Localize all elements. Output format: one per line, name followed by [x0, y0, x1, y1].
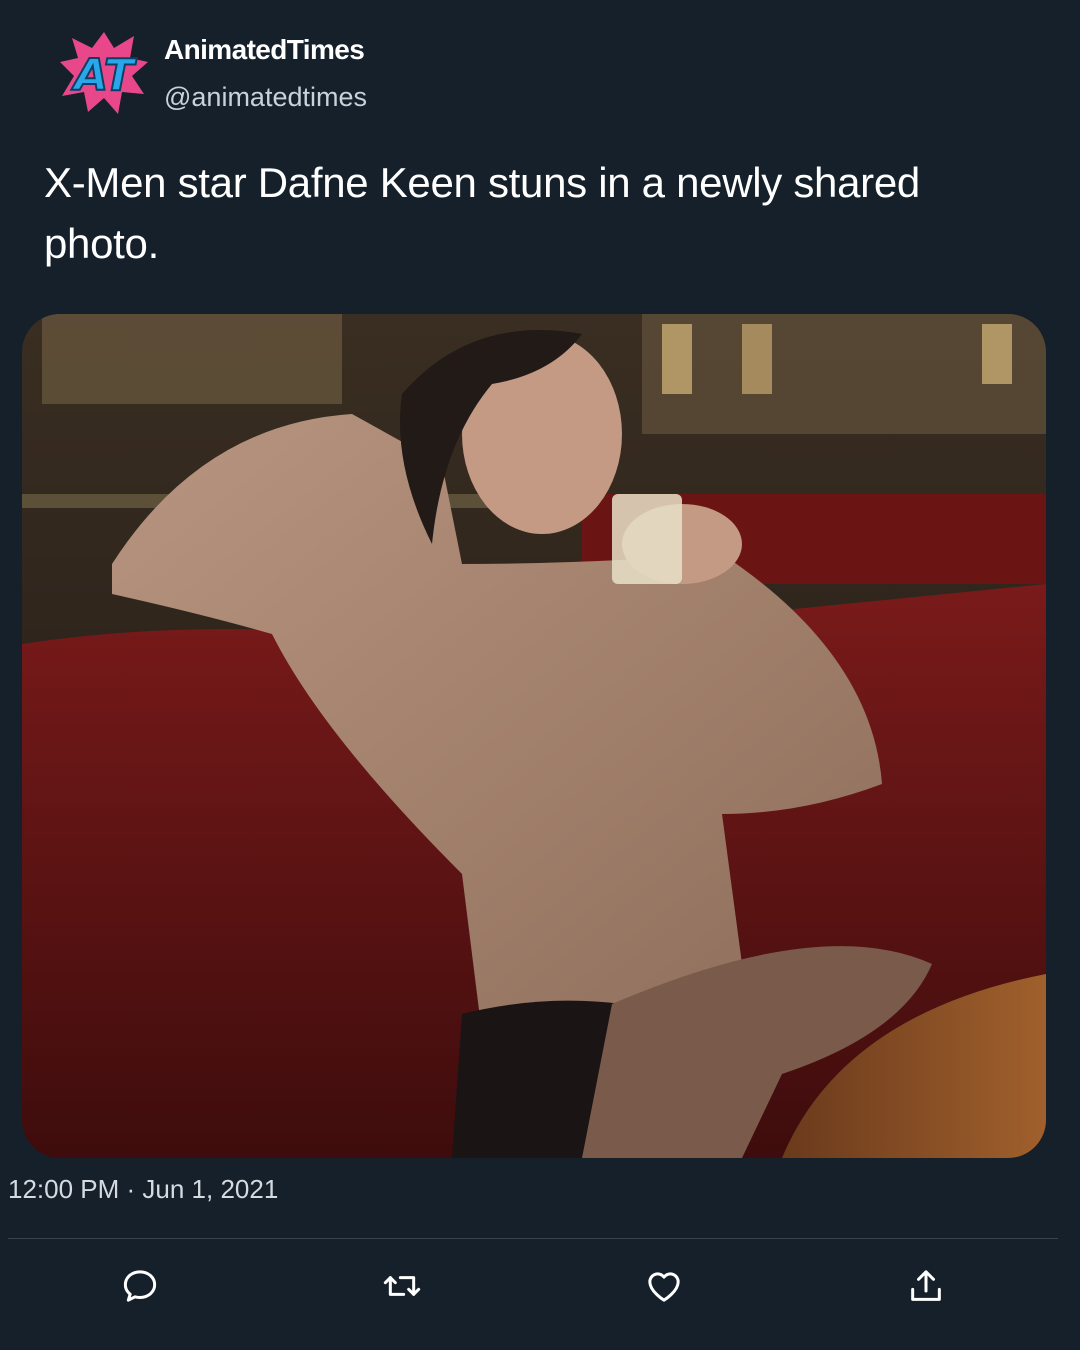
like-button[interactable] — [636, 1258, 692, 1314]
tweet-photo[interactable] — [22, 314, 1046, 1158]
share-icon — [911, 1270, 941, 1301]
tweet-actions — [0, 1258, 1080, 1314]
photo-illustration — [22, 314, 1046, 1158]
tweet-text: X-Men star Dafne Keen stuns in a newly s… — [44, 159, 920, 267]
author-handle[interactable]: @animatedtimes — [164, 82, 367, 113]
author-name[interactable]: AnimatedTimes — [164, 34, 365, 66]
retweet-button[interactable] — [374, 1258, 430, 1314]
like-icon — [648, 1272, 680, 1302]
reply-button[interactable] — [112, 1258, 168, 1314]
share-button[interactable] — [898, 1258, 954, 1314]
reply-icon — [123, 1270, 157, 1302]
animated-times-logo-icon: AT — [60, 32, 148, 114]
divider — [8, 1238, 1058, 1239]
avatar[interactable]: AT — [58, 30, 150, 116]
tweet-timestamp[interactable]: 12:00 PM · Jun 1, 2021 — [8, 1174, 278, 1205]
avatar-text: AT — [71, 50, 137, 101]
retweet-icon — [383, 1276, 421, 1296]
